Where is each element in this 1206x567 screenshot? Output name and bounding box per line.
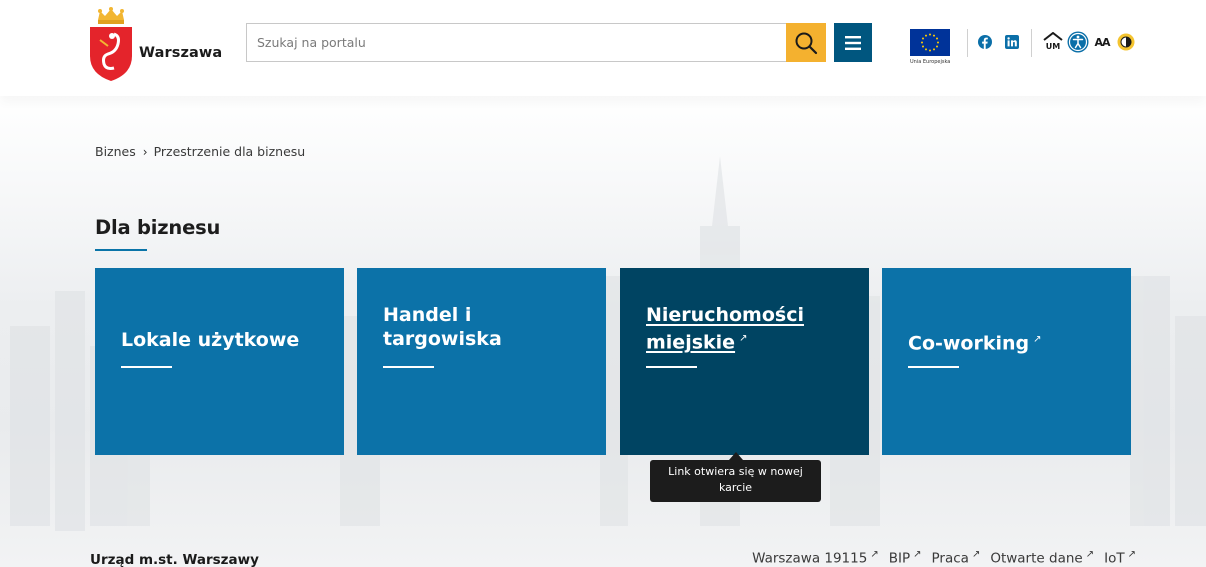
tile-underline: [383, 366, 434, 368]
tile-lokale-uzytkowe[interactable]: Lokale użytkowe: [95, 268, 344, 455]
search-box: [246, 23, 826, 62]
tooltip-line2: karcie: [718, 481, 753, 494]
tile-label-line2: targowiska: [383, 328, 502, 350]
logo-link[interactable]: Warszawa: [88, 6, 228, 82]
external-link-icon: ↗: [870, 549, 879, 560]
tooltip-line1: Link otwiera się w nowej: [668, 465, 803, 478]
tile-nieruchomosci-miejskie[interactable]: Nieruchomości miejskie ↗: [620, 268, 869, 455]
tile-label-line1: Handel i: [383, 304, 472, 326]
tooltip-arrow: [729, 452, 743, 460]
breadcrumb-separator-icon: ›: [142, 144, 148, 159]
external-link-icon: ↗: [971, 549, 981, 560]
footer-link-label: Warszawa 19115: [752, 550, 868, 567]
eu-flag-icon: [910, 29, 950, 56]
external-link-icon: ↗: [913, 549, 922, 560]
accessibility-icon[interactable]: [1067, 31, 1089, 53]
footer-link-iot[interactable]: IoT ↗: [1104, 549, 1136, 567]
page-title: Dla biznesu: [95, 216, 221, 239]
search-button[interactable]: [786, 23, 826, 62]
site-header: Warszawa Unia Europejska: [0, 0, 1206, 96]
facebook-icon[interactable]: [978, 35, 992, 49]
eu-caption: Unia Europejska: [910, 59, 951, 65]
tile-underline: [121, 366, 172, 368]
tile-label: Co-working ↗: [908, 328, 1111, 355]
search-icon: [795, 32, 818, 54]
header-divider: [967, 29, 968, 57]
tooltip: Link otwiera się w nowej karcie: [650, 460, 821, 502]
footer-link-label: IoT: [1104, 550, 1125, 567]
tile-label-line2: miejskie: [646, 331, 736, 354]
breadcrumb: Biznes › Przestrzenie dla biznesu: [95, 144, 305, 159]
search-input[interactable]: [247, 24, 787, 61]
breadcrumb-item-biznes[interactable]: Biznes: [95, 144, 136, 159]
header-divider: [1031, 29, 1032, 57]
warsaw-crest-icon: [90, 7, 132, 81]
footer-link-warszawa-19115[interactable]: Warszawa 19115 ↗: [752, 549, 879, 567]
footer-link-label: BIP: [888, 550, 911, 567]
tile-label-line1: Nieruchomości: [646, 304, 804, 326]
font-size-icon[interactable]: AA: [1091, 31, 1113, 53]
linkedin-icon[interactable]: [1005, 35, 1019, 49]
tile-label: Nieruchomości miejskie ↗: [646, 303, 849, 354]
tile-label-text: Co-working: [908, 332, 1030, 355]
external-link-icon: ↗: [739, 333, 748, 344]
eu-logo-link[interactable]: Unia Europejska: [910, 29, 952, 69]
footer-link-label: Praca: [931, 550, 969, 567]
title-underline: [95, 249, 147, 251]
tile-underline: [646, 366, 697, 368]
footer-link-otwarte-dane[interactable]: Otwarte dane ↗: [990, 549, 1094, 567]
font-size-label: AA: [1094, 35, 1110, 49]
tile-handel-i-targowiska[interactable]: Handel i targowiska: [357, 268, 606, 455]
external-link-icon: ↗: [1033, 334, 1042, 345]
logo-text: Warszawa: [139, 45, 223, 61]
contrast-icon[interactable]: [1115, 31, 1137, 53]
external-link-icon: ↗: [1127, 549, 1136, 560]
footer-link-praca[interactable]: Praca ↗: [932, 549, 981, 567]
footer-links: Warszawa 19115 ↗ BIP ↗ Praca ↗ Otwarte dane…: [752, 549, 1136, 567]
svg-text:UM: UM: [1046, 42, 1060, 51]
menu-button[interactable]: [834, 23, 872, 62]
um-icon[interactable]: UM: [1042, 31, 1064, 53]
footer-link-bip[interactable]: BIP ↗: [889, 549, 922, 567]
tile-underline: [908, 366, 959, 368]
hamburger-icon: [845, 35, 861, 50]
external-link-icon: ↗: [1085, 549, 1095, 560]
tile-co-working[interactable]: Co-working ↗: [882, 268, 1131, 455]
breadcrumb-item-current: Przestrzenie dla biznesu: [153, 144, 306, 159]
footer-org-name: Urząd m.st. Warszawy: [90, 552, 259, 567]
tile-label: Handel i targowiska: [383, 303, 586, 351]
tile-label: Lokale użytkowe: [121, 329, 300, 351]
footer-link-label: Otwarte dane: [990, 550, 1083, 567]
